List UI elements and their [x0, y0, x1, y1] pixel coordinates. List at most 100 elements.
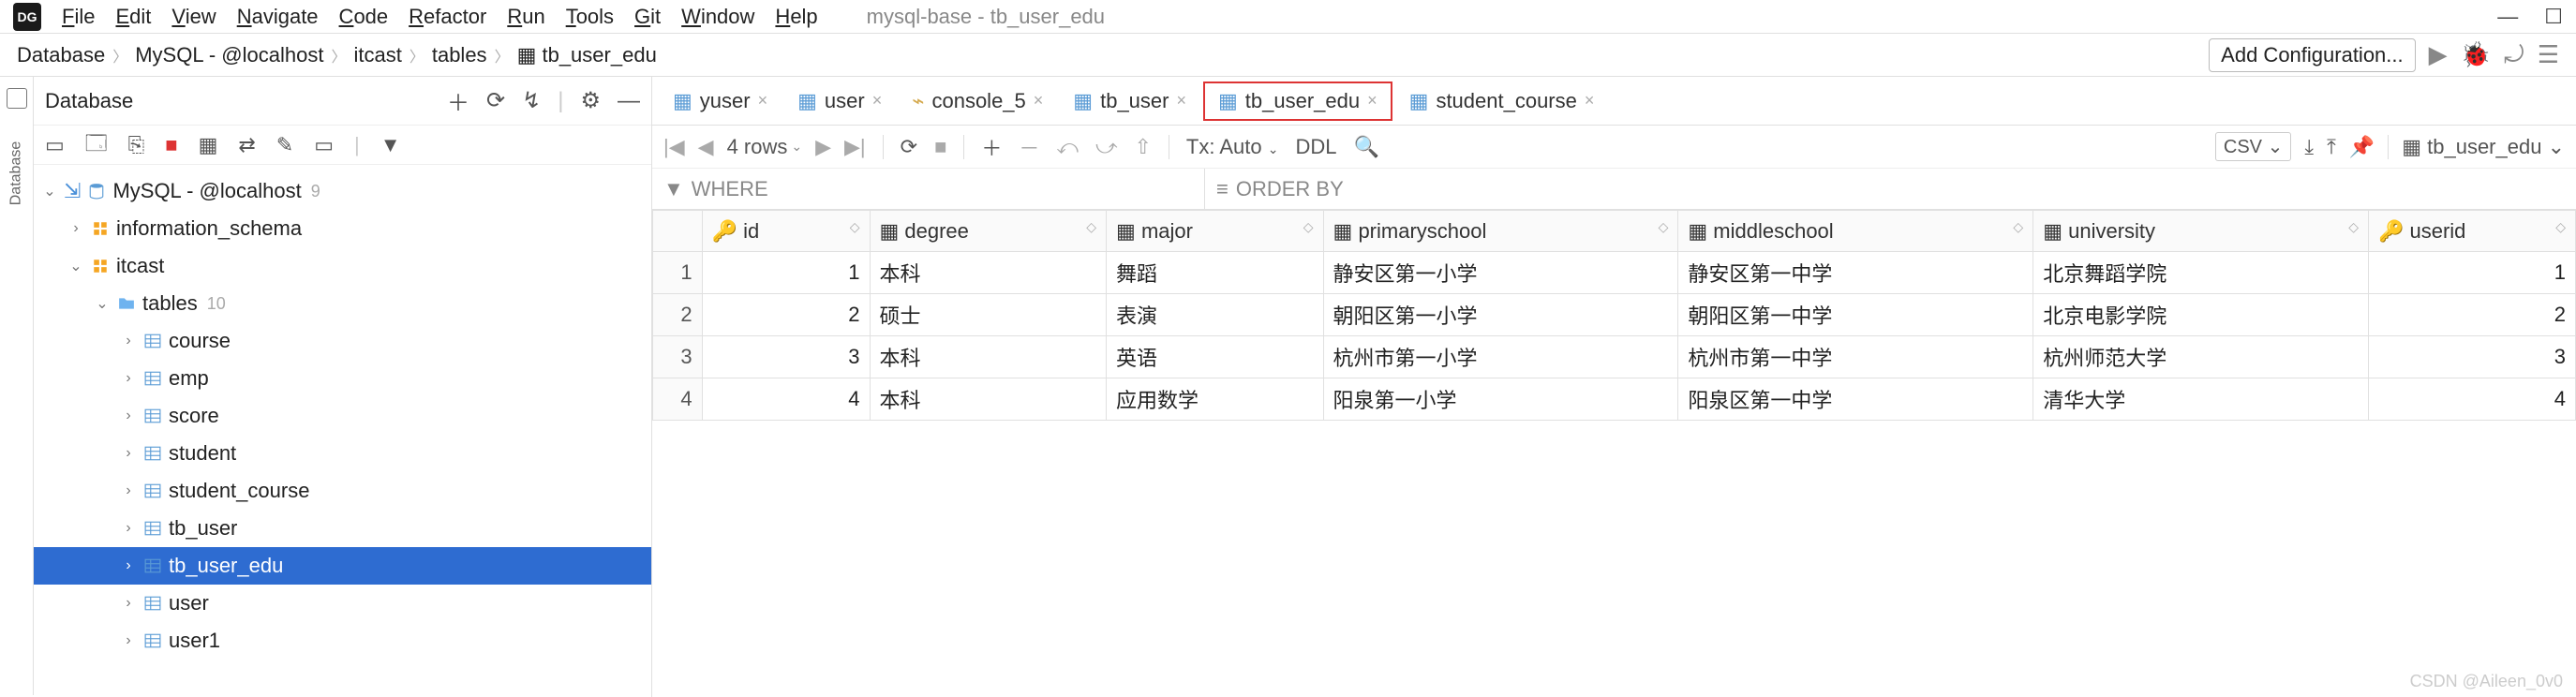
close-tab-icon[interactable]: ×	[1585, 91, 1595, 111]
tree-table-user[interactable]: ›user	[34, 585, 651, 622]
tree-table-tb_user[interactable]: ›tb_user	[34, 510, 651, 547]
cell-id[interactable]: 2	[702, 294, 870, 336]
table-row[interactable]: 44本科应用数学阳泉第一小学阳泉区第一中学清华大学4	[653, 378, 2576, 421]
cell-id[interactable]: 1	[702, 252, 870, 294]
context-table[interactable]: ▦ tb_user_edu ⌄	[2402, 135, 2565, 159]
collapse-all-icon[interactable]: ▭	[45, 133, 65, 157]
tab-student_course[interactable]: ▦student_course×	[1396, 83, 1608, 119]
download-icon[interactable]: ⤓	[2304, 135, 2314, 159]
more-button[interactable]: ☰	[2538, 40, 2559, 69]
rollback-icon[interactable]: ↯	[522, 87, 541, 114]
run-button[interactable]: ▶	[2429, 40, 2448, 69]
cell-middleschool[interactable]: 朝阳区第一中学	[1678, 294, 2033, 336]
ddl-button[interactable]: DDL	[1296, 135, 1337, 159]
tree-table-course[interactable]: ›course	[34, 322, 651, 360]
tree-schema-information[interactable]: ›information_schema	[34, 210, 651, 247]
cell-id[interactable]: 4	[702, 378, 870, 421]
breadcrumb-1[interactable]: MySQL - @localhost	[135, 43, 323, 67]
jump-to-query-icon[interactable]: ⎘	[128, 133, 145, 157]
database-stripe-icon[interactable]	[7, 88, 27, 109]
cell-degree[interactable]: 本科	[870, 336, 1107, 378]
import-icon[interactable]: ⤒	[2327, 135, 2336, 159]
table-icon[interactable]: ▦	[199, 133, 218, 157]
pin-icon[interactable]: 📌	[2349, 135, 2375, 159]
add-row-icon[interactable]: ＋	[981, 132, 1002, 162]
add-configuration-button[interactable]: Add Configuration...	[2209, 38, 2415, 72]
cell-middleschool[interactable]: 静安区第一中学	[1678, 252, 2033, 294]
cell-userid[interactable]: 1	[2368, 252, 2575, 294]
database-stripe-label[interactable]: Database	[8, 141, 25, 206]
menu-git[interactable]: Git	[634, 5, 661, 29]
tab-user[interactable]: ▦user×	[784, 83, 895, 119]
cell-userid[interactable]: 4	[2368, 378, 2575, 421]
first-page-icon[interactable]: |◀	[663, 135, 685, 159]
last-page-icon[interactable]: ▶|	[844, 135, 866, 159]
submit-icon[interactable]: ⤻	[1095, 135, 1118, 159]
cell-degree[interactable]: 本科	[870, 378, 1107, 421]
tab-tb_user_edu[interactable]: ▦tb_user_edu×	[1203, 82, 1392, 121]
breadcrumb-0[interactable]: Database	[17, 43, 105, 67]
where-filter[interactable]: ▼ WHERE	[652, 169, 1205, 209]
close-tab-icon[interactable]: ×	[1367, 91, 1377, 111]
close-tab-icon[interactable]: ×	[1176, 91, 1186, 111]
menu-run[interactable]: Run	[507, 5, 544, 29]
orderby-filter[interactable]: ≡ ORDER BY	[1205, 169, 2576, 209]
menu-navigate[interactable]: Navigate	[237, 5, 319, 29]
ddl-icon[interactable]: ▭	[314, 133, 334, 157]
prev-page-icon[interactable]: ◀	[698, 135, 714, 159]
settings-icon[interactable]: ⚙	[580, 87, 601, 114]
cell-id[interactable]: 3	[702, 336, 870, 378]
revert-icon[interactable]: ⤺	[1056, 135, 1079, 159]
menu-window[interactable]: Window	[681, 5, 754, 29]
tree-tables-folder[interactable]: ⌄tables10	[34, 285, 651, 322]
table-row[interactable]: 11本科舞蹈静安区第一小学静安区第一中学北京舞蹈学院1	[653, 252, 2576, 294]
cell-primaryschool[interactable]: 阳泉第一小学	[1323, 378, 1678, 421]
debug-button[interactable]: 🐞	[2461, 40, 2491, 69]
tree-datasource[interactable]: ⌄⇲ MySQL - @localhost9	[34, 172, 651, 210]
tree-schema-itcast[interactable]: ⌄itcast	[34, 247, 651, 285]
tree-table-emp[interactable]: ›emp	[34, 360, 651, 397]
cell-major[interactable]: 表演	[1107, 294, 1324, 336]
tree-table-student[interactable]: ›student	[34, 435, 651, 472]
stop-icon[interactable]: ■	[165, 133, 177, 157]
commit-icon[interactable]: ■	[934, 135, 946, 159]
cell-primaryschool[interactable]: 静安区第一小学	[1323, 252, 1678, 294]
new-icon[interactable]: ＋	[447, 84, 469, 117]
menu-view[interactable]: View	[171, 5, 216, 29]
cell-university[interactable]: 北京舞蹈学院	[2033, 252, 2369, 294]
stop-button[interactable]: ⤾	[2504, 40, 2524, 70]
close-tab-icon[interactable]: ×	[872, 91, 883, 111]
minimize-button[interactable]: —	[2497, 5, 2518, 29]
tree-table-student_course[interactable]: ›student_course	[34, 472, 651, 510]
filter-icon[interactable]: ▼	[380, 133, 401, 157]
cell-degree[interactable]: 本科	[870, 252, 1107, 294]
tab-tb_user[interactable]: ▦tb_user×	[1060, 83, 1199, 119]
close-tab-icon[interactable]: ×	[758, 91, 768, 111]
cell-middleschool[interactable]: 阳泉区第一中学	[1678, 378, 2033, 421]
col-header-id[interactable]: 🔑 id◇	[702, 211, 870, 252]
table-row[interactable]: 22硕士表演朝阳区第一小学朝阳区第一中学北京电影学院2	[653, 294, 2576, 336]
table-row[interactable]: 33本科英语杭州市第一小学杭州市第一中学杭州师范大学3	[653, 336, 2576, 378]
cell-userid[interactable]: 3	[2368, 336, 2575, 378]
close-tab-icon[interactable]: ×	[1034, 91, 1044, 111]
tab-console_5[interactable]: ⌁console_5×	[899, 83, 1056, 119]
upload-icon[interactable]: ⇧	[1134, 135, 1151, 159]
cell-primaryschool[interactable]: 朝阳区第一小学	[1323, 294, 1678, 336]
col-header-major[interactable]: ▦ major◇	[1107, 211, 1324, 252]
col-header-middleschool[interactable]: ▦ middleschool◇	[1678, 211, 2033, 252]
menu-help[interactable]: Help	[775, 5, 817, 29]
tree-table-user1[interactable]: ›user1	[34, 622, 651, 660]
cell-university[interactable]: 北京电影学院	[2033, 294, 2369, 336]
menu-file[interactable]: File	[62, 5, 95, 29]
cell-major[interactable]: 应用数学	[1107, 378, 1324, 421]
breadcrumb-3[interactable]: tables	[432, 43, 487, 67]
refresh-icon[interactable]: ⟳	[486, 87, 505, 114]
cell-primaryschool[interactable]: 杭州市第一小学	[1323, 336, 1678, 378]
remove-row-icon[interactable]: －	[1019, 132, 1039, 162]
edit-icon[interactable]: ✎	[276, 133, 293, 157]
next-page-icon[interactable]: ▶	[815, 135, 831, 159]
menu-refactor[interactable]: Refactor	[409, 5, 486, 29]
search-icon[interactable]: 🔍	[1354, 135, 1379, 159]
cell-university[interactable]: 清华大学	[2033, 378, 2369, 421]
col-header-university[interactable]: ▦ university◇	[2033, 211, 2369, 252]
